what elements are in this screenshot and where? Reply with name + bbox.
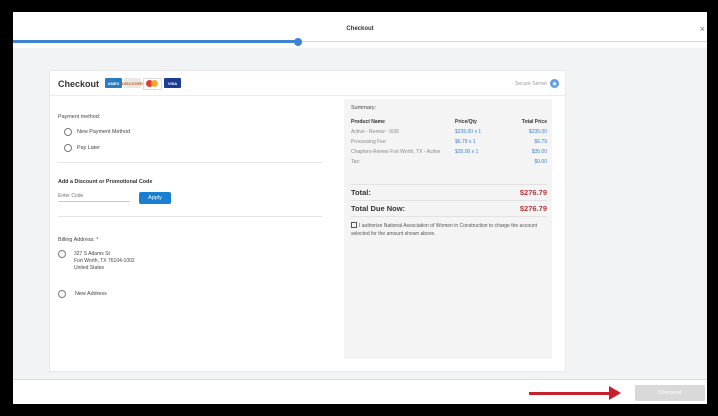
payment-option-label: New Payment Method	[77, 129, 131, 135]
divider	[351, 184, 547, 185]
checkout-content: Checkout AMEX DISCOVER VISA Secure Serve…	[13, 48, 707, 379]
checkout-button[interactable]: Checkout	[635, 385, 705, 401]
product-name: Active - Renew - 9/30	[351, 129, 399, 135]
title-bar: Checkout ×	[13, 12, 707, 48]
authorize-text: I authorize National Association of Wome…	[351, 223, 538, 237]
divider	[351, 200, 547, 201]
divider	[58, 162, 322, 163]
summary-panel: Summary: Product Name Price/Qty Total Pr…	[344, 99, 552, 359]
address-line: Fort Worth, TX 76104-1002	[74, 258, 135, 264]
header-price-qty: Price/Qty	[455, 119, 477, 125]
checkout-window: Checkout × Checkout AMEX DISCOVER VISA S…	[13, 12, 707, 404]
card-title: Checkout	[58, 79, 100, 89]
payment-option-label: Pay Later	[77, 145, 101, 151]
radio-button[interactable]	[64, 144, 72, 152]
discount-label: Add a Discount or Promotional Code	[58, 179, 153, 185]
summary-row: Active - Renew - 9/30 $235.00 x 1 $235.0…	[351, 129, 547, 135]
secure-server-label: Secure Server	[515, 80, 547, 87]
tax-value: $0.00	[534, 159, 547, 165]
radio-button[interactable]	[64, 128, 72, 136]
card-brand-logos: AMEX DISCOVER VISA	[105, 78, 181, 90]
price-qty: $35.00 x 1	[455, 149, 479, 155]
red-arrow-icon	[609, 386, 621, 400]
progress-fill	[13, 40, 298, 43]
radio-button[interactable]	[58, 250, 66, 258]
divider	[58, 216, 322, 217]
payment-method-label: Payment method:	[58, 114, 101, 120]
visa-card-icon: VISA	[164, 78, 181, 88]
radio-button[interactable]	[58, 290, 66, 298]
total-due-value: $276.79	[519, 204, 547, 213]
secure-server-badge: Secure Server ◉	[515, 79, 559, 88]
header-product-name: Product Name	[351, 119, 385, 125]
tax-label: Tax:	[351, 159, 361, 165]
billing-address-text: 327 S Adams St Fort Worth, TX 76104-1002…	[74, 251, 194, 272]
total-price: $235.00	[528, 129, 547, 135]
mastercard-icon	[143, 78, 162, 90]
payment-option-pay-later[interactable]: Pay Later	[64, 144, 100, 152]
globe-icon: ◉	[550, 79, 559, 88]
checkout-card: Checkout AMEX DISCOVER VISA Secure Serve…	[49, 70, 566, 372]
promo-code-input[interactable]	[58, 191, 130, 202]
summary-row: Chapters-Renew Fort Worth, TX - Active $…	[351, 149, 547, 155]
product-name: Processing Fee	[351, 139, 386, 145]
amex-card-icon: AMEX	[105, 78, 122, 88]
progress-marker	[294, 38, 302, 46]
price-qty: $6.79 x 1	[455, 139, 476, 145]
close-icon[interactable]: ×	[700, 24, 705, 34]
card-header: Checkout AMEX DISCOVER VISA Secure Serve…	[50, 71, 565, 96]
product-name: Chapters-Renew Fort Worth, TX - Active	[351, 149, 441, 155]
new-address-option[interactable]: New Address	[58, 290, 107, 298]
header-total-price: Total Price	[521, 119, 547, 125]
payment-option-new[interactable]: New Payment Method	[64, 128, 130, 136]
address-line: 327 S Adams St	[74, 251, 110, 257]
new-address-label: New Address	[75, 291, 107, 297]
summary-table: Product Name Price/Qty Total Price Activ…	[351, 119, 547, 169]
billing-label-text: Billing Address:	[58, 237, 95, 243]
address-line: United States	[74, 265, 105, 271]
price-qty: $235.00 x 1	[455, 129, 482, 135]
required-mark: *	[96, 237, 99, 243]
red-arrow-shaft	[529, 392, 613, 395]
divider	[351, 216, 547, 217]
footer-bar: Checkout	[13, 379, 707, 404]
window-title: Checkout	[346, 26, 374, 32]
tax-row: Tax: $0.00	[351, 159, 547, 165]
total-due-row: Total Due Now: $276.79	[351, 204, 547, 213]
total-value: $276.79	[519, 188, 547, 197]
authorize-consent[interactable]: I authorize National Association of Wome…	[351, 222, 541, 238]
total-price: $6.79	[534, 139, 547, 145]
total-row: Total: $276.79	[351, 188, 547, 197]
apply-button[interactable]: Apply	[139, 192, 171, 204]
total-due-label: Total Due Now:	[351, 204, 406, 213]
total-price: $35.00	[531, 149, 547, 155]
summary-title: Summary:	[351, 105, 377, 111]
summary-header-row: Product Name Price/Qty Total Price	[351, 119, 547, 125]
billing-address-label: Billing Address: *	[58, 237, 98, 243]
total-label: Total:	[351, 188, 371, 197]
discover-card-icon: DISCOVER	[122, 78, 143, 88]
authorize-checkbox[interactable]	[351, 222, 357, 228]
summary-row: Processing Fee $6.79 x 1 $6.79	[351, 139, 547, 145]
